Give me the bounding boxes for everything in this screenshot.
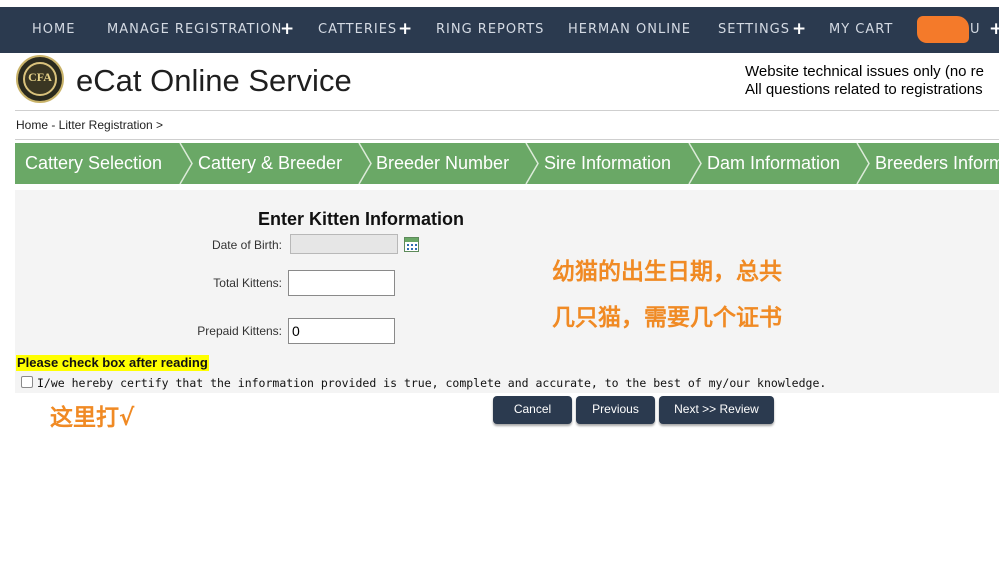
nav-catteries-plus-icon[interactable]: + bbox=[398, 7, 412, 53]
nav-settings-plus-icon[interactable]: + bbox=[792, 7, 806, 53]
breadcrumb-divider bbox=[15, 139, 999, 140]
nav-user-menu[interactable]: U bbox=[970, 7, 980, 53]
certify-statement: I/we hereby certify that the information… bbox=[37, 376, 827, 390]
form-title: Enter Kitten Information bbox=[258, 209, 464, 229]
nav-manage-registration[interactable]: MANAGE REGISTRATION bbox=[107, 7, 282, 53]
nav-home[interactable]: HOME bbox=[32, 7, 75, 53]
nav-herman-online[interactable]: HERMAN ONLINE bbox=[568, 7, 691, 53]
prepaid-kittens-input[interactable] bbox=[288, 318, 395, 344]
step-dam-information[interactable]: Dam Information bbox=[707, 143, 840, 184]
step-sire-information[interactable]: Sire Information bbox=[544, 143, 671, 184]
step-breeders-information[interactable]: Breeders Inform bbox=[875, 143, 999, 184]
cfa-logo[interactable]: CFA bbox=[16, 55, 64, 103]
previous-button[interactable]: Previous bbox=[576, 396, 655, 424]
calendar-icon[interactable] bbox=[404, 237, 419, 252]
step-breeder-number[interactable]: Breeder Number bbox=[376, 143, 509, 184]
annotation-check-here-note: 这里打√ bbox=[50, 405, 135, 431]
notice-line-2: All questions related to registrations bbox=[745, 81, 983, 98]
header-divider bbox=[15, 110, 999, 111]
certify-checkbox[interactable] bbox=[21, 376, 33, 388]
step-separator-chevron-icon bbox=[525, 143, 539, 184]
redacted-username bbox=[917, 16, 969, 43]
next-review-button[interactable]: Next >> Review bbox=[659, 396, 774, 424]
top-nav: HOME MANAGE REGISTRATION + CATTERIES + R… bbox=[0, 7, 999, 53]
step-separator-chevron-icon bbox=[358, 143, 372, 184]
cancel-button[interactable]: Cancel bbox=[493, 396, 572, 424]
prepaid-kittens-label: Prepaid Kittens: bbox=[197, 324, 282, 338]
nav-ring-reports[interactable]: RING REPORTS bbox=[436, 7, 544, 53]
site-title: eCat Online Service bbox=[76, 63, 352, 98]
step-separator-chevron-icon bbox=[688, 143, 702, 184]
notice-line-1: Website technical issues only (no re bbox=[745, 63, 985, 80]
step-separator-chevron-icon bbox=[179, 143, 193, 184]
total-kittens-label: Total Kittens: bbox=[213, 276, 282, 290]
nav-manage-registration-plus-icon[interactable]: + bbox=[280, 7, 294, 53]
dob-label: Date of Birth: bbox=[211, 238, 282, 252]
nav-user-plus-icon[interactable]: + bbox=[989, 7, 999, 53]
breadcrumb[interactable]: Home - Litter Registration > bbox=[16, 118, 163, 132]
nav-settings[interactable]: SETTINGS bbox=[718, 7, 790, 53]
check-box-notice: Please check box after reading bbox=[16, 355, 209, 371]
nav-my-cart[interactable]: MY CART bbox=[829, 7, 893, 53]
step-cattery-selection[interactable]: Cattery Selection bbox=[25, 143, 162, 184]
annotation-kitten-info-note: 幼猫的出生日期，总共几只猫，需要几个证书 bbox=[552, 259, 782, 331]
date-of-birth-input[interactable] bbox=[290, 234, 398, 254]
technical-notice: Website technical issues only (no re All… bbox=[745, 63, 984, 99]
total-kittens-input[interactable] bbox=[288, 270, 395, 296]
step-separator-chevron-icon bbox=[856, 143, 870, 184]
wizard-steps: Cattery Selection Cattery & Breeder Bree… bbox=[15, 143, 999, 184]
logo-monogram: CFA bbox=[28, 70, 52, 84]
nav-catteries[interactable]: CATTERIES bbox=[318, 7, 397, 53]
step-cattery-breeder[interactable]: Cattery & Breeder bbox=[198, 143, 342, 184]
